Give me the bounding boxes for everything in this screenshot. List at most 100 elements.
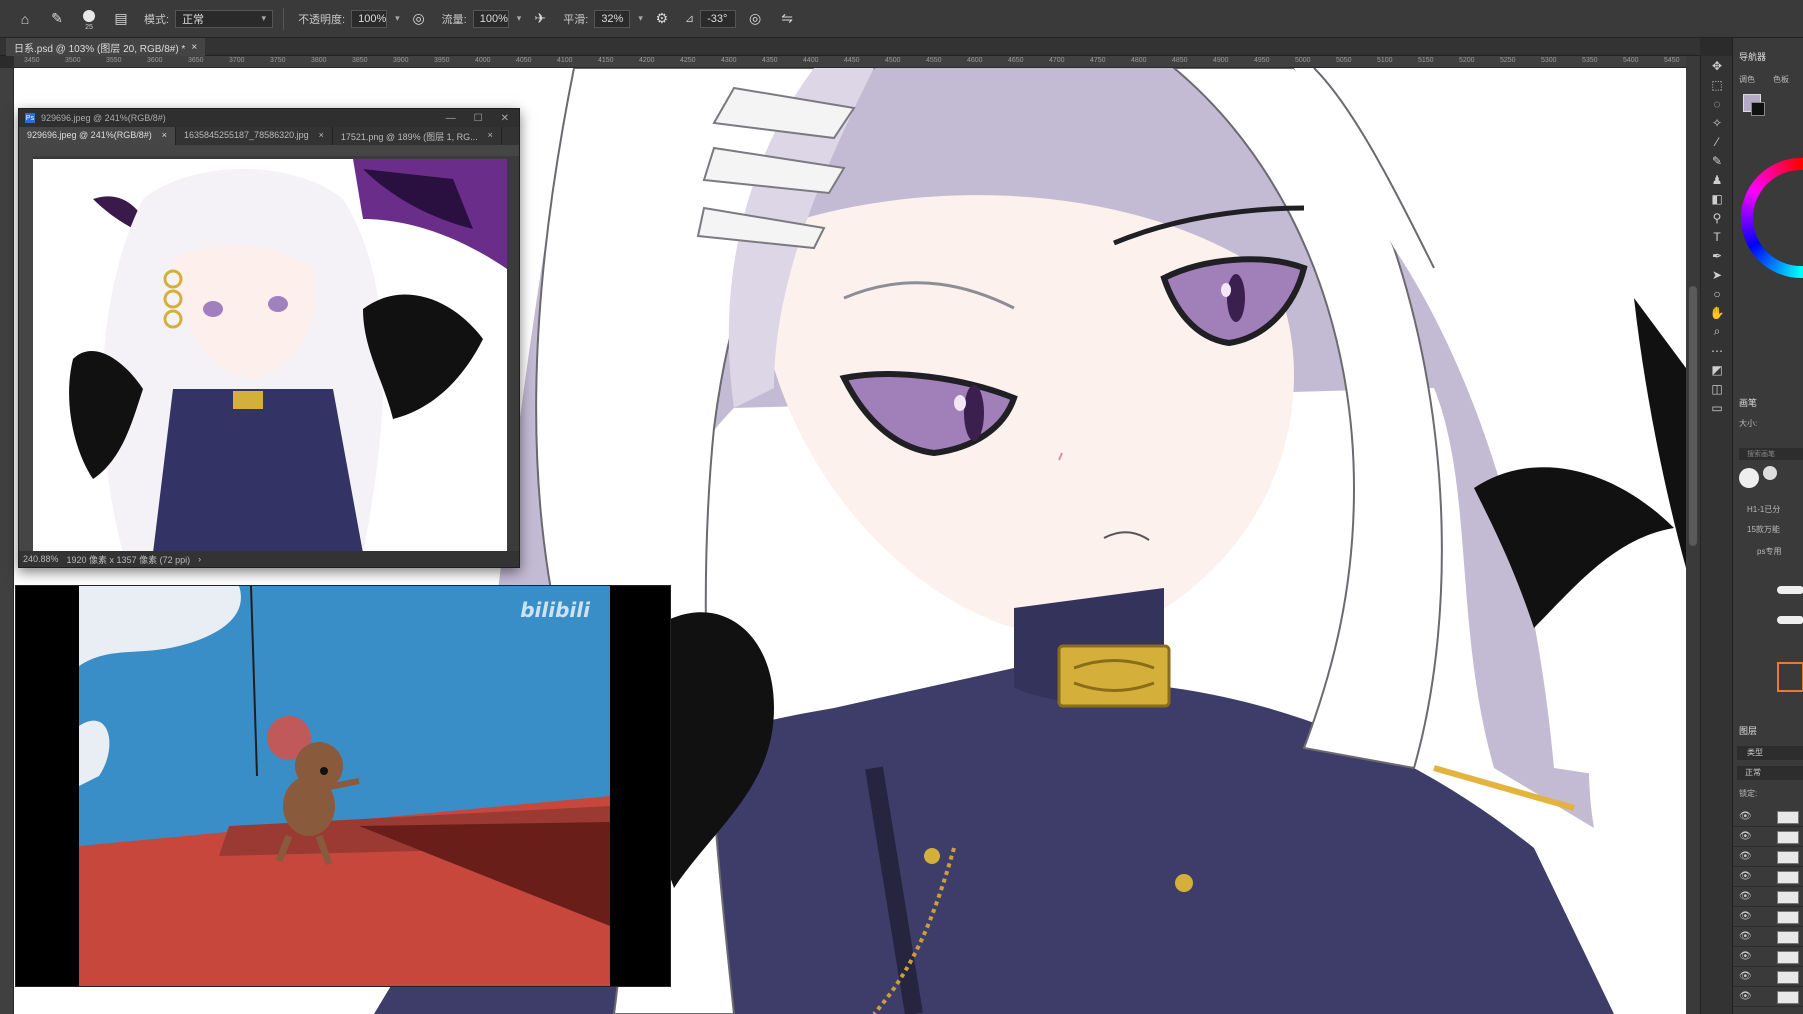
brush-group-2[interactable]: 15款万能 (1747, 524, 1780, 535)
layer-row[interactable]: 👁 (1733, 848, 1803, 867)
document-tab[interactable]: 日系.psd @ 103% (图层 20, RGB/8#) * × (6, 38, 206, 56)
opacity-chevron-icon[interactable]: ▾ (395, 13, 400, 24)
reference-tab-1[interactable]: 929696.jpeg @ 241%(RGB/8#) × (19, 127, 176, 145)
color-swatches-icon[interactable]: ◩ (1701, 360, 1733, 379)
zoom-tool-icon[interactable]: ⌕ (1701, 322, 1733, 341)
type-tool-icon[interactable]: T (1701, 227, 1733, 246)
path-selection-tool-icon[interactable]: ➤ (1701, 265, 1733, 284)
eyedropper-tool-icon[interactable]: ⁄ (1701, 132, 1733, 151)
brush-settings-icon[interactable]: ▤ (108, 7, 134, 31)
pressure-opacity-icon[interactable]: ◎ (406, 7, 432, 31)
smoothing-field[interactable]: 32% (594, 9, 631, 28)
eye-icon[interactable]: 👁 (1739, 951, 1752, 962)
move-tool-icon[interactable]: ✥ (1701, 56, 1733, 75)
ellipse-tool-icon[interactable]: ○ (1701, 284, 1733, 303)
background-color-swatch[interactable] (1751, 102, 1765, 116)
ruler-label: 4950 (1254, 57, 1270, 64)
vertical-ruler (0, 68, 14, 1014)
stamp-tool-icon[interactable]: ♟ (1701, 170, 1733, 189)
home-icon[interactable]: ⌂ (12, 7, 38, 31)
eye-icon[interactable]: 👁 (1739, 971, 1752, 982)
video-player[interactable]: bilibili (15, 585, 671, 987)
selected-brush-preset[interactable] (1777, 662, 1803, 692)
blend-mode-select[interactable]: 正常 (1737, 766, 1803, 780)
screen-mode-icon[interactable]: ▭ (1701, 398, 1733, 417)
more-tools-icon[interactable]: ⋯ (1701, 341, 1733, 360)
swatches-tab[interactable]: 色板 (1773, 74, 1789, 85)
reference-window-titlebar[interactable]: Ps 929696.jpeg @ 241%(RGB/8#) — ☐ ✕ (19, 109, 519, 127)
reference-image-window[interactable]: Ps 929696.jpeg @ 241%(RGB/8#) — ☐ ✕ 9296… (18, 108, 520, 568)
ruler-label: 3500 (65, 57, 81, 64)
eye-icon[interactable]: 👁 (1739, 991, 1752, 1002)
close-icon[interactable]: × (488, 130, 493, 142)
brush-preset-round[interactable] (1739, 468, 1759, 488)
ruler-label: 5200 (1459, 57, 1475, 64)
gear-icon[interactable]: ⚙ (649, 7, 675, 31)
layer-filter-select[interactable]: 类型 (1737, 746, 1803, 760)
symmetry-icon[interactable]: ⇋ (774, 7, 800, 31)
zoom-level[interactable]: 240.88% (23, 554, 59, 564)
reference-tab-3[interactable]: 17521.png @ 189% (图层 1, RG... × (333, 127, 502, 145)
brush-panel-title[interactable]: 画笔 (1739, 396, 1757, 409)
eye-icon[interactable]: 👁 (1739, 811, 1752, 822)
close-icon[interactable]: × (319, 130, 324, 142)
close-icon[interactable]: ✕ (501, 113, 509, 124)
chevron-right-icon[interactable]: › (198, 554, 201, 564)
color-tab[interactable]: 调色 (1739, 74, 1755, 85)
layer-row[interactable]: 👁 (1733, 968, 1803, 987)
eye-icon[interactable]: 👁 (1739, 931, 1752, 942)
eye-icon[interactable]: 👁 (1739, 891, 1752, 902)
brush-tool-icon[interactable]: ✎ (1701, 151, 1733, 170)
magic-wand-tool-icon[interactable]: ✧ (1701, 113, 1733, 132)
opacity-field[interactable]: 100% (351, 9, 388, 28)
brush-stroke-preview[interactable] (1777, 586, 1803, 594)
layer-row[interactable]: 👁 (1733, 948, 1803, 967)
smoothing-chevron-icon[interactable]: ▾ (638, 13, 643, 24)
layer-row[interactable]: 👁 (1733, 928, 1803, 947)
hand-tool-icon[interactable]: ✋ (1701, 303, 1733, 322)
eye-icon[interactable]: 👁 (1739, 851, 1752, 862)
brush-preset-soft[interactable] (1763, 466, 1777, 480)
reference-tab-2[interactable]: 1635845255187_78586320.jpg × (176, 127, 333, 145)
flow-field[interactable]: 100% (472, 9, 509, 28)
layer-row[interactable]: 👁 (1733, 808, 1803, 827)
brush-stroke-preview[interactable] (1777, 616, 1803, 624)
document-tab-bar: 日系.psd @ 103% (图层 20, RGB/8#) * × (0, 38, 1700, 56)
brush-group-3[interactable]: ps专用 (1757, 546, 1781, 557)
brush-search-input[interactable]: 搜索画笔 (1739, 448, 1803, 460)
cartoon-mouse-scene (79, 586, 610, 986)
marquee-tool-icon[interactable]: ⬚ (1701, 75, 1733, 94)
color-wheel[interactable] (1741, 158, 1803, 278)
lasso-tool-icon[interactable]: ◌ (1701, 94, 1733, 113)
layers-panel-title[interactable]: 图层 (1739, 724, 1757, 737)
pen-tool-icon[interactable]: ✒ (1701, 246, 1733, 265)
layer-row[interactable]: 👁 (1733, 988, 1803, 1007)
close-icon[interactable]: × (191, 42, 197, 53)
tools-panel: ✥ ⬚ ◌ ✧ ⁄ ✎ ♟ ◧ ⚲ T ✒ ➤ ○ ✋ ⌕ ⋯ ◩ ◫ ▭ (1700, 56, 1732, 1014)
layer-row[interactable]: 👁 (1733, 908, 1803, 927)
eye-icon[interactable]: 👁 (1739, 871, 1752, 882)
pressure-size-icon[interactable]: ◎ (742, 7, 768, 31)
brush-group-1[interactable]: H1-1已分 (1747, 504, 1780, 515)
layer-row[interactable]: 👁 (1733, 888, 1803, 907)
eye-icon[interactable]: 👁 (1739, 911, 1752, 922)
mode-select[interactable]: 正常 ▾ (175, 9, 274, 28)
brush-size-picker[interactable]: 25 (76, 7, 102, 31)
brush-tool-preset-icon[interactable]: ✎ (44, 7, 70, 31)
canvas-vertical-scrollbar[interactable] (1686, 56, 1700, 1014)
eraser-tool-icon[interactable]: ◧ (1701, 189, 1733, 208)
chevron-down-icon: ▾ (261, 13, 267, 23)
maximize-icon[interactable]: ☐ (474, 113, 483, 124)
minimize-icon[interactable]: — (446, 113, 456, 124)
flow-chevron-icon[interactable]: ▾ (517, 13, 522, 24)
layer-row[interactable]: 👁 (1733, 828, 1803, 847)
layer-row[interactable]: 👁 (1733, 868, 1803, 887)
scrollbar-thumb[interactable] (1689, 286, 1697, 546)
navigator-panel-title[interactable]: 导航器 (1739, 50, 1766, 63)
quick-mask-icon[interactable]: ◫ (1701, 379, 1733, 398)
airbrush-icon[interactable]: ✈ (527, 7, 553, 31)
close-icon[interactable]: × (162, 130, 167, 142)
angle-field[interactable]: -33° (700, 9, 737, 28)
eye-icon[interactable]: 👁 (1739, 831, 1752, 842)
dodge-tool-icon[interactable]: ⚲ (1701, 208, 1733, 227)
